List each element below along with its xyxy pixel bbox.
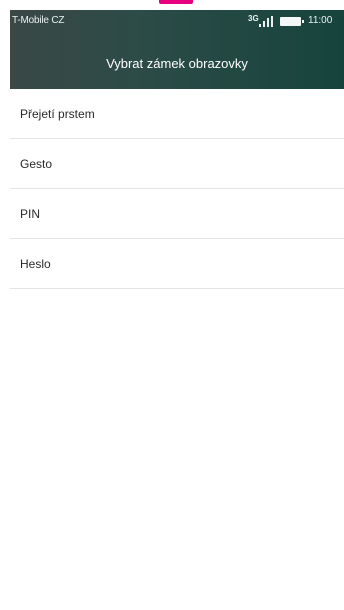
clock: 11:00 (308, 15, 333, 26)
network-type: 3G (248, 14, 259, 23)
lock-options-list: Přejetí prstem Gesto PIN Heslo (10, 89, 344, 289)
battery-icon (280, 17, 304, 26)
option-pattern[interactable]: Gesto (10, 139, 344, 189)
highlight-marker (159, 0, 193, 4)
signal-icon (259, 16, 273, 27)
page-title: Vybrat zámek obrazovky (106, 56, 248, 71)
option-pin[interactable]: PIN (10, 189, 344, 239)
option-swipe[interactable]: Přejetí prstem (10, 89, 344, 139)
option-password[interactable]: Heslo (10, 239, 344, 289)
status-bar: T-Mobile CZ 3G 11:00 (10, 10, 344, 32)
carrier-name: T-Mobile CZ (12, 15, 65, 26)
app-header: T-Mobile CZ 3G 11:00 Vybrat zámek obrazo… (10, 10, 344, 89)
